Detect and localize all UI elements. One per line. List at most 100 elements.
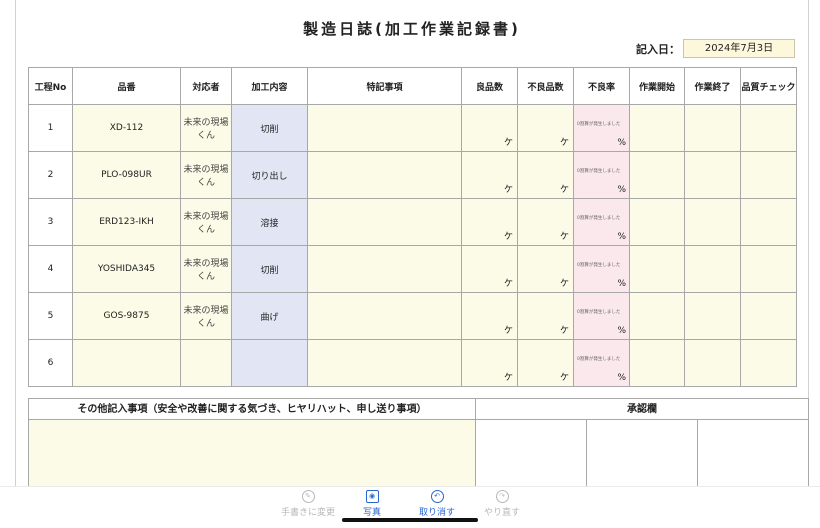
process-no-cell: 6 (28, 339, 73, 387)
defect-rate-cell: 0割算が発生しました% (573, 151, 630, 199)
good-count-field[interactable]: ケ (461, 104, 518, 152)
part-no-field[interactable]: YOSHIDA345 (72, 245, 181, 293)
notes-field[interactable] (307, 151, 462, 199)
photo-button[interactable]: ◉ 写真 (352, 490, 392, 518)
table-row: 3 ERD123-IKH 未来の現場くん 溶接ケ ケ 0割算が発生しました% (28, 198, 797, 246)
quality-check-field[interactable] (740, 151, 797, 199)
unit-label: ケ (503, 373, 513, 383)
quality-check-field[interactable] (740, 292, 797, 340)
table-row: 2 PLO-098UR 未来の現場くん 切り出しケ ケ 0割算が発生しました% (28, 151, 797, 199)
defect-count-field[interactable]: ケ (517, 245, 574, 293)
col-header-notes: 特記事項 (307, 67, 462, 105)
notes-field[interactable] (307, 339, 462, 387)
defect-count-field[interactable]: ケ (517, 104, 574, 152)
approval-box-1[interactable] (475, 420, 587, 490)
unit-label: ケ (559, 326, 569, 336)
end-time-field[interactable] (684, 104, 741, 152)
quality-check-field[interactable] (740, 339, 797, 387)
unit-label: ケ (503, 232, 513, 242)
process-no-cell: 3 (28, 198, 73, 246)
part-no-field[interactable] (72, 339, 181, 387)
process-field[interactable] (231, 339, 308, 387)
good-count-field[interactable]: ケ (461, 292, 518, 340)
good-count-field[interactable]: ケ (461, 339, 518, 387)
quality-check-field[interactable] (740, 104, 797, 152)
unit-label: ケ (559, 279, 569, 289)
other-notes-field[interactable] (28, 420, 476, 490)
process-field[interactable]: 曲げ (231, 292, 308, 340)
photo-label: 写真 (362, 508, 381, 518)
person-field[interactable]: 未来の現場くん (180, 292, 232, 340)
person-field[interactable] (180, 339, 232, 387)
percent-label: % (617, 185, 626, 195)
log-table: 工程No 品番 対応者 加工内容 特記事項 良品数 不良品数 不良率 作業開始 … (28, 67, 797, 387)
good-count-field[interactable]: ケ (461, 151, 518, 199)
person-field[interactable]: 未来の現場くん (180, 198, 232, 246)
end-time-field[interactable] (684, 151, 741, 199)
end-time-field[interactable] (684, 245, 741, 293)
process-field[interactable]: 切り出し (231, 151, 308, 199)
defect-rate-cell: 0割算が発生しました% (573, 339, 630, 387)
process-field[interactable]: 切削 (231, 104, 308, 152)
defect-rate-cell: 0割算が発生しました% (573, 292, 630, 340)
person-field[interactable]: 未来の現場くん (180, 151, 232, 199)
quality-check-field[interactable] (740, 245, 797, 293)
part-no-field[interactable]: GOS-9875 (72, 292, 181, 340)
good-count-field[interactable]: ケ (461, 245, 518, 293)
person-field[interactable]: 未来の現場くん (180, 245, 232, 293)
undo-icon: ↶ (430, 490, 444, 503)
notes-field[interactable] (307, 198, 462, 246)
approval-header: 承認欄 (475, 398, 809, 420)
approval-box-2[interactable] (586, 420, 698, 490)
notes-field[interactable] (307, 292, 462, 340)
part-no-field[interactable]: PLO-098UR (72, 151, 181, 199)
undo-button[interactable]: ↶ 取り消す (412, 490, 462, 518)
divide-error-note: 0割算が発生しました (577, 310, 621, 315)
start-time-field[interactable] (629, 104, 685, 152)
col-header-start: 作業開始 (629, 67, 685, 105)
end-time-field[interactable] (684, 339, 741, 387)
person-field[interactable]: 未来の現場くん (180, 104, 232, 152)
divide-error-note: 0割算が発生しました (577, 216, 621, 221)
redo-button[interactable]: ↷ やり直す (480, 490, 524, 518)
camera-icon: ◉ (365, 490, 379, 503)
unit-label: ケ (503, 185, 513, 195)
start-time-field[interactable] (629, 339, 685, 387)
col-header-person: 対応者 (180, 67, 232, 105)
process-field[interactable]: 切削 (231, 245, 308, 293)
quality-check-field[interactable] (740, 198, 797, 246)
start-time-field[interactable] (629, 198, 685, 246)
end-time-field[interactable] (684, 292, 741, 340)
handwriting-button[interactable]: ✎ 手書きに変更 (278, 490, 338, 518)
process-no-cell: 5 (28, 292, 73, 340)
percent-label: % (617, 326, 626, 336)
approval-box-3[interactable] (697, 420, 809, 490)
defect-count-field[interactable]: ケ (517, 292, 574, 340)
unit-label: ケ (503, 326, 513, 336)
col-header-process-no: 工程No (28, 67, 73, 105)
end-time-field[interactable] (684, 198, 741, 246)
manufacturing-log-sheet: 製造日誌(加工作業記録書) 記入日： 2024年7月3日 工程No 品番 対応者… (15, 0, 809, 490)
good-count-field[interactable]: ケ (461, 198, 518, 246)
col-header-defect-count: 不良品数 (517, 67, 574, 105)
date-field[interactable]: 2024年7月3日 (683, 39, 795, 58)
start-time-field[interactable] (629, 151, 685, 199)
defect-count-field[interactable]: ケ (517, 198, 574, 246)
process-no-cell: 2 (28, 151, 73, 199)
notes-field[interactable] (307, 104, 462, 152)
divide-error-note: 0割算が発生しました (577, 263, 621, 268)
part-no-field[interactable]: XD-112 (72, 104, 181, 152)
percent-label: % (617, 279, 626, 289)
notes-field[interactable] (307, 245, 462, 293)
process-field[interactable]: 溶接 (231, 198, 308, 246)
start-time-field[interactable] (629, 292, 685, 340)
col-header-good-count: 良品数 (461, 67, 518, 105)
defect-count-field[interactable]: ケ (517, 151, 574, 199)
defect-count-field[interactable]: ケ (517, 339, 574, 387)
unit-label: ケ (559, 185, 569, 195)
col-header-end: 作業終了 (684, 67, 741, 105)
start-time-field[interactable] (629, 245, 685, 293)
page-title: 製造日誌(加工作業記録書) (303, 20, 521, 38)
undo-label: 取り消す (418, 508, 455, 518)
part-no-field[interactable]: ERD123-IKH (72, 198, 181, 246)
